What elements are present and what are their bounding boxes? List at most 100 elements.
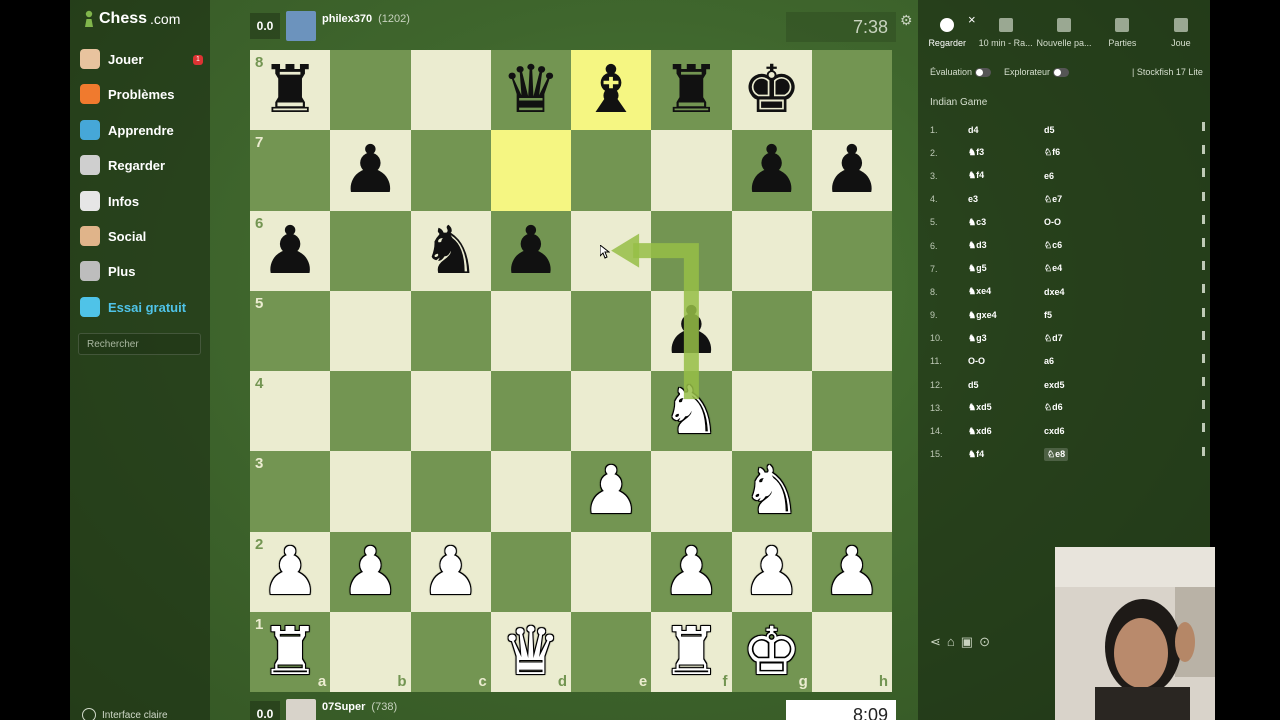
white-pawn-piece[interactable]: ♟ xyxy=(732,532,812,612)
close-icon[interactable]: × xyxy=(968,12,976,27)
black-move[interactable]: O-O xyxy=(1044,217,1120,227)
square-g6[interactable] xyxy=(731,210,812,291)
black-move[interactable]: ♘e8 xyxy=(1044,447,1120,461)
evaluation-switch[interactable] xyxy=(975,68,992,78)
sidebar-item-2[interactable]: Apprendre xyxy=(80,120,174,140)
black-pawn-piece[interactable]: ♟ xyxy=(732,130,812,210)
white-pawn-piece[interactable]: ♟ xyxy=(330,532,410,612)
square-a3[interactable]: 3 xyxy=(250,451,331,532)
square-a2[interactable]: 2 ♟ xyxy=(250,531,331,612)
sidebar-item-3[interactable]: Regarder xyxy=(80,155,165,175)
white-move[interactable]: ♞gxe4 xyxy=(968,310,1044,321)
black-king-piece[interactable]: ♚ xyxy=(732,50,812,130)
square-h6[interactable] xyxy=(811,210,892,291)
black-move[interactable]: ♘d6 xyxy=(1044,402,1120,413)
white-move[interactable]: ♞f4 xyxy=(968,449,1044,460)
square-c8[interactable] xyxy=(410,50,491,131)
white-knight-piece[interactable]: ♞ xyxy=(651,371,731,451)
white-move[interactable]: ♞d3 xyxy=(968,240,1044,251)
sidebar-item-5[interactable]: Social xyxy=(80,226,146,246)
square-d8[interactable]: ♛ xyxy=(490,50,571,131)
white-pawn-piece[interactable]: ♟ xyxy=(812,532,892,612)
white-move[interactable]: ♞g3 xyxy=(968,333,1044,344)
square-a7[interactable]: 7 xyxy=(250,130,331,211)
square-d3[interactable] xyxy=(490,451,571,532)
black-rook-piece[interactable]: ♜ xyxy=(250,50,330,130)
bottom-player-avatar[interactable] xyxy=(286,699,316,720)
black-move[interactable]: ♘c6 xyxy=(1044,240,1120,251)
square-f3[interactable] xyxy=(651,451,732,532)
theme-toggle[interactable]: Interface claire xyxy=(82,708,168,720)
square-h4[interactable] xyxy=(811,371,892,452)
black-pawn-piece[interactable]: ♟ xyxy=(651,291,731,371)
white-move[interactable]: e3 xyxy=(968,194,1044,204)
black-pawn-piece[interactable]: ♟ xyxy=(250,211,330,291)
white-pawn-piece[interactable]: ♟ xyxy=(651,532,731,612)
black-rook-piece[interactable]: ♜ xyxy=(651,50,731,130)
square-e6[interactable] xyxy=(571,210,652,291)
square-a8[interactable]: 8 ♜ xyxy=(250,50,331,131)
chessboard[interactable]: 8 ♜ ♛ ♝ ♜ ♚ 7 ♟ ♟ ♟ 6 ♟ ♞ ♟ 5 ♟ 4 ♞ 3 ♟ ♞ 2 ♟ ♟ ♟ ♟ ♟ ♟ 1 a ♜ b c d ♛ e f ♜ g ♚… xyxy=(250,50,892,692)
black-move[interactable]: exd5 xyxy=(1044,380,1120,390)
sidebar-item-6[interactable]: Plus xyxy=(80,261,135,281)
top-player-name[interactable]: philex370 xyxy=(322,13,372,25)
square-h3[interactable] xyxy=(811,451,892,532)
white-knight-piece[interactable]: ♞ xyxy=(732,451,812,531)
search-input[interactable]: Rechercher xyxy=(78,333,201,355)
white-pawn-piece[interactable]: ♟ xyxy=(250,532,330,612)
square-f7[interactable] xyxy=(651,130,732,211)
bottom-player-name[interactable]: 07Super xyxy=(322,701,365,713)
black-move[interactable]: ♘e4 xyxy=(1044,263,1120,274)
black-move[interactable]: f5 xyxy=(1044,310,1120,320)
square-e8[interactable]: ♝ xyxy=(571,50,652,131)
tab-0[interactable]: Regarder xyxy=(918,0,976,58)
square-g3[interactable]: ♞ xyxy=(731,451,812,532)
chess-logo[interactable]: Chess .com xyxy=(82,10,180,28)
square-b7[interactable]: ♟ xyxy=(330,130,411,211)
black-move[interactable]: cxd6 xyxy=(1044,426,1120,436)
square-g2[interactable]: ♟ xyxy=(731,531,812,612)
square-a4[interactable]: 4 xyxy=(250,371,331,452)
square-f5[interactable]: ♟ xyxy=(651,290,732,371)
square-h2[interactable]: ♟ xyxy=(811,531,892,612)
square-f8[interactable]: ♜ xyxy=(651,50,732,131)
square-b3[interactable] xyxy=(330,451,411,532)
engine-label[interactable]: | Stockfish 17 Lite xyxy=(1132,67,1203,77)
white-move[interactable]: ♞g5 xyxy=(968,263,1044,274)
square-e4[interactable] xyxy=(571,371,652,452)
black-move[interactable]: e6 xyxy=(1044,171,1120,181)
square-d7[interactable] xyxy=(490,130,571,211)
square-g1[interactable]: g ♚ xyxy=(731,611,812,692)
square-h5[interactable] xyxy=(811,290,892,371)
square-b5[interactable] xyxy=(330,290,411,371)
white-pawn-piece[interactable]: ♟ xyxy=(411,532,491,612)
square-c4[interactable] xyxy=(410,371,491,452)
square-e5[interactable] xyxy=(571,290,652,371)
white-move[interactable]: O-O xyxy=(968,356,1044,366)
square-h8[interactable] xyxy=(811,50,892,131)
white-move[interactable]: d5 xyxy=(968,380,1044,390)
square-a6[interactable]: 6 ♟ xyxy=(250,210,331,291)
black-move[interactable]: ♘e7 xyxy=(1044,194,1120,205)
sidebar-item-1[interactable]: Problèmes xyxy=(80,84,174,104)
square-d5[interactable] xyxy=(490,290,571,371)
explorer-toggle[interactable]: Explorateur xyxy=(1004,67,1070,78)
black-pawn-piece[interactable]: ♟ xyxy=(812,130,892,210)
evaluation-toggle[interactable]: Évaluation xyxy=(930,67,992,78)
tab-2[interactable]: Nouvelle pa... xyxy=(1035,0,1093,58)
white-rook-piece[interactable]: ♜ xyxy=(651,612,731,692)
tab-3[interactable]: Parties xyxy=(1093,0,1151,58)
square-b1[interactable]: b xyxy=(330,611,411,692)
black-bishop-piece[interactable]: ♝ xyxy=(571,50,651,130)
square-b2[interactable]: ♟ xyxy=(330,531,411,612)
top-player-avatar[interactable] xyxy=(286,11,316,41)
white-move[interactable]: ♞c3 xyxy=(968,217,1044,228)
square-c7[interactable] xyxy=(410,130,491,211)
square-f4[interactable]: ♞ xyxy=(651,371,732,452)
tab-4[interactable]: Joue xyxy=(1152,0,1210,58)
square-f2[interactable]: ♟ xyxy=(651,531,732,612)
white-move[interactable]: ♞xd5 xyxy=(968,402,1044,413)
sidebar-item-7[interactable]: Essai gratuit xyxy=(80,297,186,317)
square-e3[interactable]: ♟ xyxy=(571,451,652,532)
square-h1[interactable]: h xyxy=(811,611,892,692)
